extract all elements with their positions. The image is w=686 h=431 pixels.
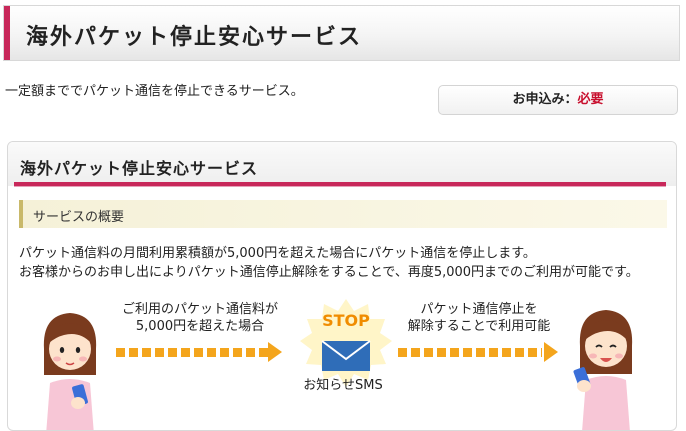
panel-title-rule [14,182,666,187]
section-heading-text: サービスの概要 [33,210,125,225]
intro-text: 一定額まででパケット通信を停止できるサービス。 [5,84,304,99]
left-flow-line-2: 5,000円を超えた場合 [135,319,265,334]
sms-notification-label: お知らせSMS [303,378,383,393]
stop-label: STOP [322,311,370,330]
left-flow-line-1: ご利用のパケット通信料が [121,302,278,317]
right-flow-line-1: パケット通信停止を [420,302,538,317]
person-with-phone-icon [573,310,633,430]
left-flow-caption: ご利用のパケット通信料が 5,000円を超えた場合 [110,301,290,335]
right-flow-arrow-head [544,342,558,362]
right-flow-caption: パケット通信停止を 解除することで利用可能 [384,301,574,335]
section-heading-bar [19,200,23,228]
right-flow-line-2: 解除することで利用可能 [407,319,551,334]
panel-title: 海外パケット停止安心サービス [20,159,259,178]
description-line-1: パケット通信料の月間利用累積額が5,000円を超えた場合にパケット通信を停止しま… [19,246,536,261]
left-flow-arrow-head [268,342,282,362]
left-flow-arrow-line [116,348,268,357]
service-description: パケット通信料の月間利用累積額が5,000円を超えた場合にパケット通信を停止しま… [19,244,639,282]
section-heading: サービスの概要 [19,200,667,228]
person-with-phone-icon [43,313,97,430]
service-panel: 海外パケット停止安心サービス サービスの概要 パケット通信料の月間利用累積額が5… [7,141,677,431]
header-accent-bar [4,6,10,60]
application-requirement-box: お申込み：必要 [438,85,678,115]
description-line-2: お客様からのお申し出によりパケット通信停止解除をすることで、再度5,000円まで… [19,265,639,280]
panel-header: 海外パケット停止安心サービス [8,142,676,187]
application-required-status: 必要 [577,92,604,107]
right-flow-arrow-line [398,348,542,357]
page-title: 海外パケット停止安心サービス [26,25,363,50]
page-header: 海外パケット停止安心サービス [3,5,680,61]
application-label: お申込み： [512,92,578,107]
